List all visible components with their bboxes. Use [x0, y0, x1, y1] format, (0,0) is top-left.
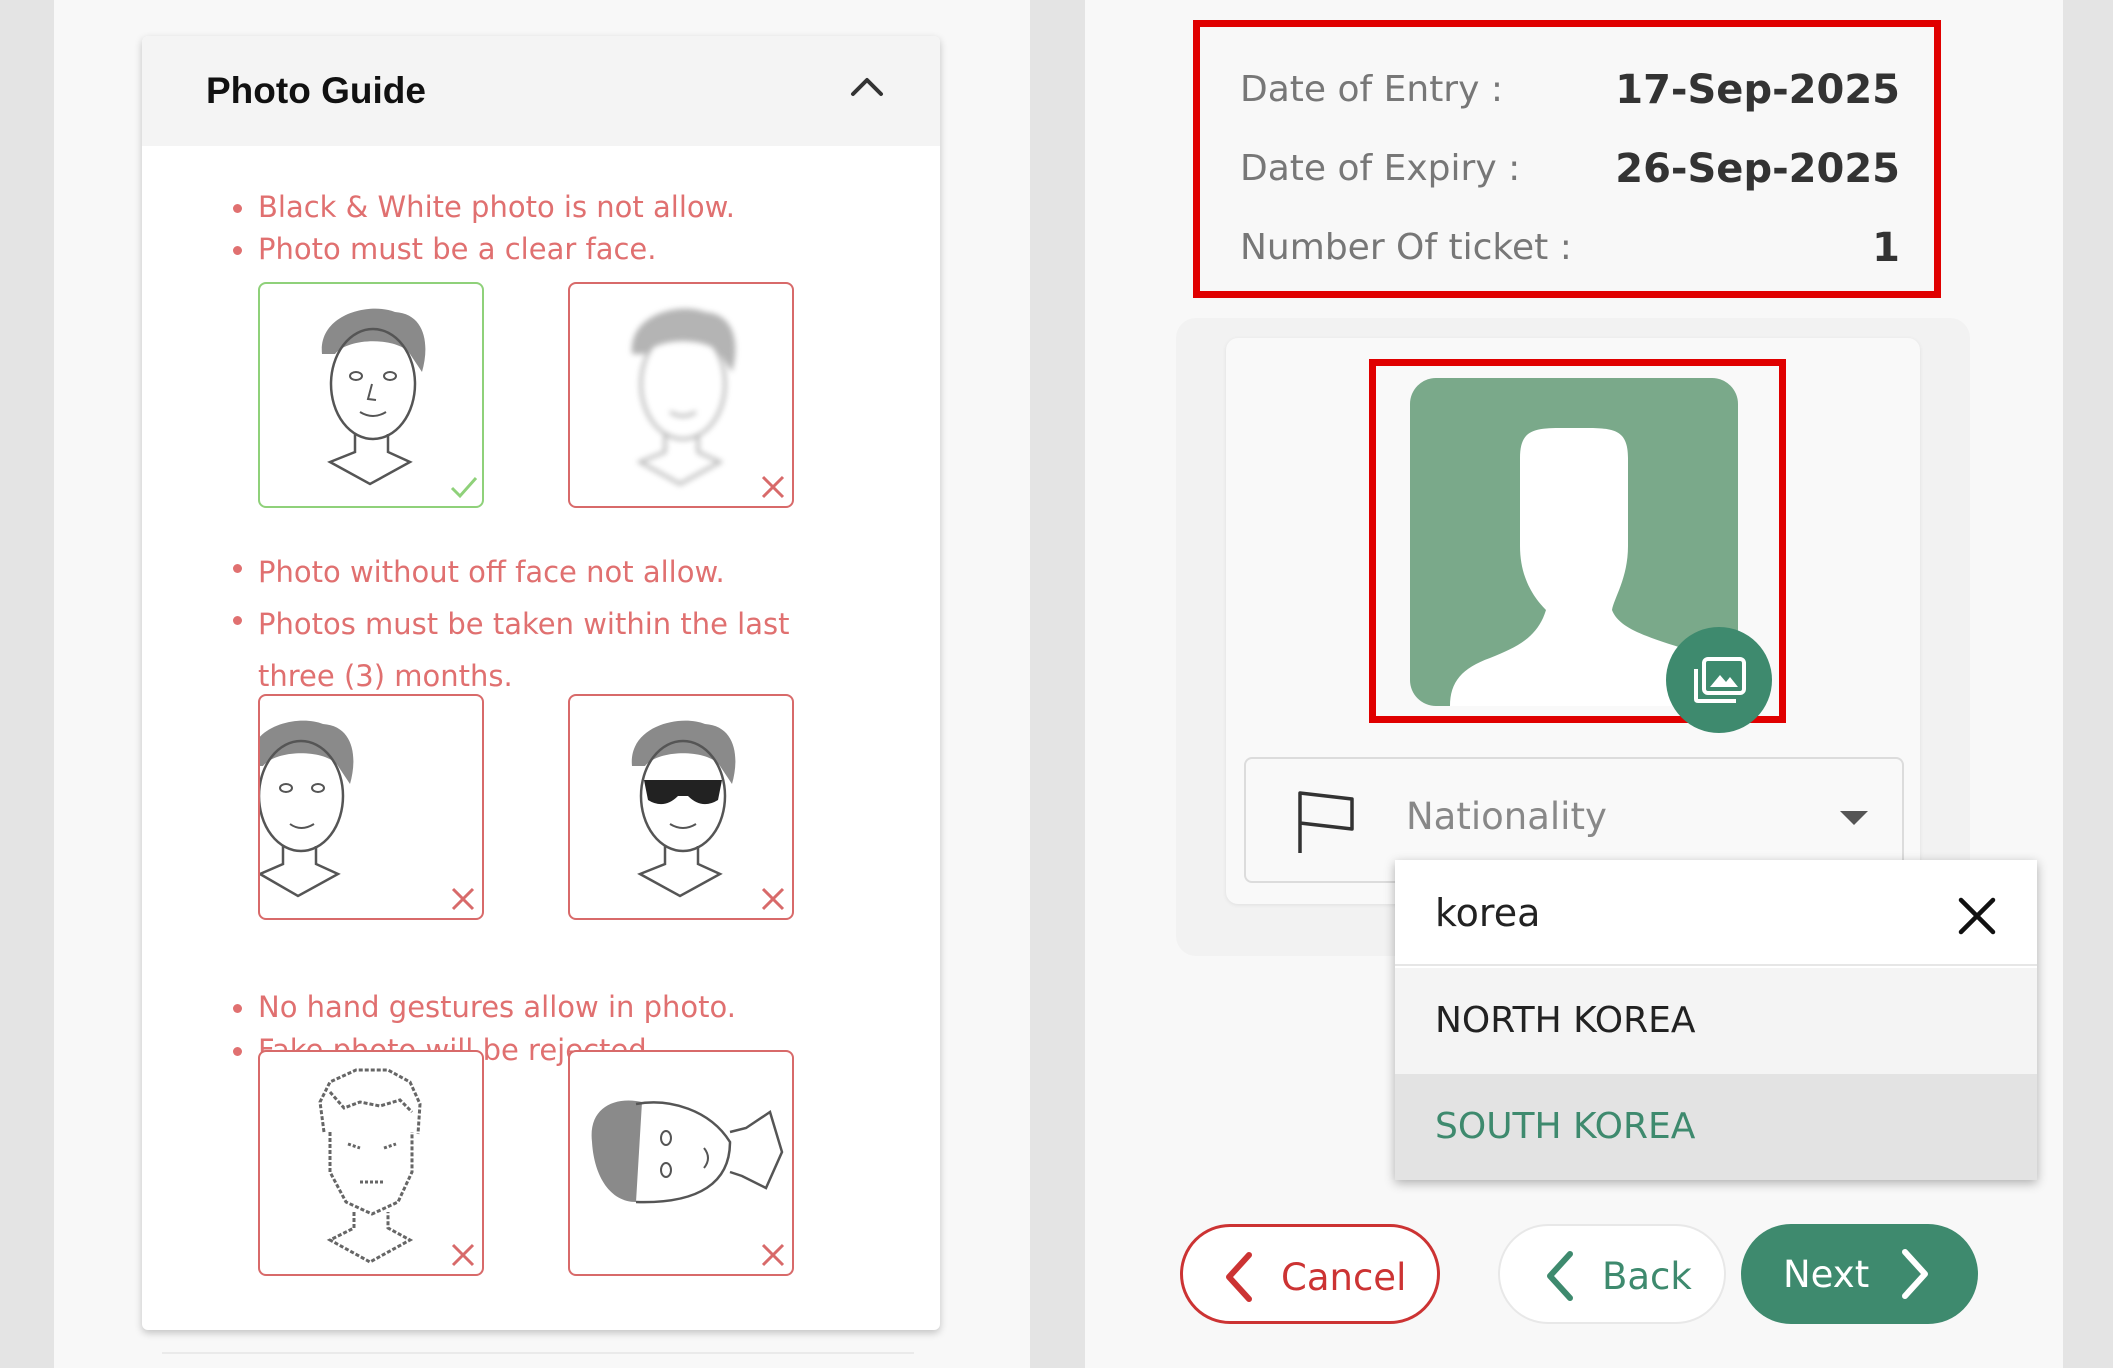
cancel-label: Cancel	[1281, 1256, 1407, 1299]
expiry-date-row: Date of Expiry : 26-Sep-2025	[1240, 139, 1900, 199]
photo-guide-card: Photo Guide Black & White photo is not a…	[142, 36, 940, 1330]
photo-rules-list: Black & White photo is not allow. Photo …	[230, 186, 735, 270]
sample-bad-photo	[568, 282, 794, 508]
sample-bad-photo	[258, 1050, 484, 1276]
photo-rule: Photo must be a clear face.	[230, 228, 735, 270]
ticket-count-row: Number Of ticket : 1	[1240, 218, 1900, 278]
sample-good-photo	[258, 282, 484, 508]
expiry-date-label: Date of Expiry :	[1240, 148, 1521, 189]
dropdown-search	[1395, 860, 2037, 966]
back-label: Back	[1602, 1255, 1692, 1298]
cross-icon	[761, 1243, 785, 1267]
sample-bad-photo	[258, 694, 484, 920]
flag-icon	[1298, 791, 1354, 853]
photo-rule: Photos must be taken within the last thr…	[230, 598, 870, 702]
chevron-right-icon	[1902, 1249, 1928, 1299]
option-north-korea[interactable]: NORTH KOREA	[1395, 968, 2037, 1074]
divider	[162, 1352, 914, 1354]
ticket-info-box: Date of Entry : 17-Sep-2025 Date of Expi…	[1193, 20, 1941, 298]
cross-icon	[451, 1243, 475, 1267]
cross-icon	[761, 887, 785, 911]
photo-rule: Photo without off face not allow.	[230, 546, 870, 598]
chevron-up-icon[interactable]	[842, 66, 892, 106]
entry-date-label: Date of Entry :	[1240, 69, 1503, 110]
nationality-dropdown: NORTH KOREA SOUTH KOREA	[1395, 860, 2037, 1180]
chevron-left-icon	[1226, 1252, 1252, 1302]
caret-down-icon	[1840, 811, 1868, 825]
gallery-icon	[1694, 657, 1746, 703]
photo-rule: Black & White photo is not allow.	[230, 186, 735, 228]
photo-rule: No hand gestures allow in photo.	[230, 986, 736, 1029]
nationality-search-input[interactable]	[1435, 884, 1915, 942]
photo-guide-header[interactable]: Photo Guide	[142, 36, 940, 146]
sample-bad-photo	[568, 1050, 794, 1276]
cancel-button[interactable]: Cancel	[1180, 1224, 1440, 1324]
close-icon[interactable]	[1955, 894, 1999, 938]
option-south-korea[interactable]: SOUTH KOREA	[1395, 1074, 2037, 1180]
entry-date-value: 17-Sep-2025	[1615, 67, 1900, 113]
upload-photo-button[interactable]	[1666, 627, 1772, 733]
sample-bad-photo	[568, 694, 794, 920]
chevron-left-icon	[1547, 1251, 1573, 1301]
cross-icon	[761, 475, 785, 499]
entry-date-row: Date of Entry : 17-Sep-2025	[1240, 60, 1900, 120]
check-icon	[450, 477, 478, 499]
cross-icon	[451, 887, 475, 911]
back-button[interactable]: Back	[1498, 1224, 1726, 1324]
ticket-count-label: Number Of ticket :	[1240, 227, 1572, 268]
nationality-label: Nationality	[1406, 795, 1607, 838]
ticket-count-value: 1	[1872, 225, 1900, 271]
expiry-date-value: 26-Sep-2025	[1615, 146, 1900, 192]
photo-guide-title: Photo Guide	[206, 70, 426, 111]
next-button[interactable]: Next	[1741, 1224, 1978, 1324]
next-label: Next	[1783, 1253, 1870, 1296]
photo-rules-list: Photo without off face not allow. Photos…	[230, 546, 870, 702]
